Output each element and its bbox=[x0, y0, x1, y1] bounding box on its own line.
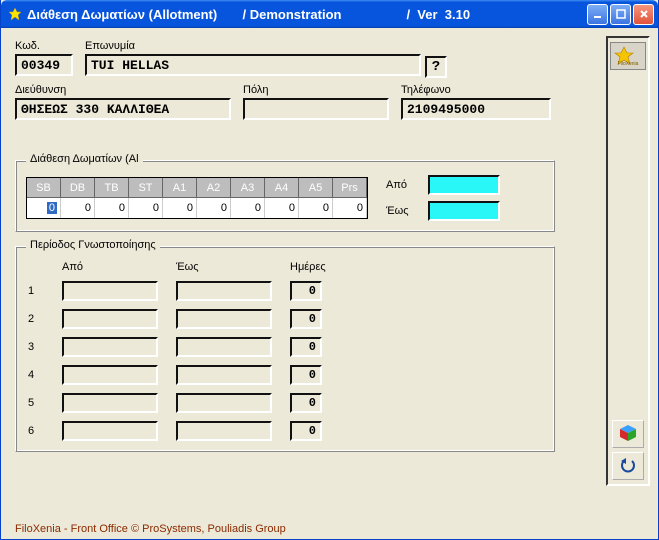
name-field[interactable]: TUI HELLAS bbox=[85, 54, 421, 76]
to-label: Έως bbox=[386, 205, 414, 217]
row-number: 2 bbox=[28, 313, 44, 325]
svg-text:FiloXenia: FiloXenia bbox=[618, 61, 639, 67]
undo-icon bbox=[618, 455, 638, 478]
row-number: 4 bbox=[28, 369, 44, 381]
side-toolbar: FiloXenia bbox=[606, 36, 650, 486]
name-label: Επωνυμία bbox=[85, 40, 445, 52]
maximize-button[interactable] bbox=[610, 4, 631, 25]
period-from-field[interactable] bbox=[62, 337, 158, 357]
grid-header: A4 bbox=[265, 178, 299, 198]
period-days-field[interactable]: 0 bbox=[290, 309, 322, 329]
period-legend: Περίοδος Γνωστοποίησης bbox=[26, 239, 160, 251]
grid-cell[interactable]: 0 bbox=[61, 198, 95, 218]
grid-cell[interactable]: 0 bbox=[333, 198, 367, 218]
code-field[interactable]: 00349 bbox=[15, 54, 73, 76]
period-to-field[interactable] bbox=[176, 365, 272, 385]
cube-button[interactable] bbox=[612, 420, 644, 448]
address-label: Διεύθυνση bbox=[15, 84, 231, 96]
grid-cell[interactable]: 0 bbox=[299, 198, 333, 218]
period-from-field[interactable] bbox=[62, 309, 158, 329]
period-to-field[interactable] bbox=[176, 393, 272, 413]
grid-cell[interactable]: 0 bbox=[95, 198, 129, 218]
logo-button[interactable]: FiloXenia bbox=[610, 42, 646, 70]
grid-header: A5 bbox=[299, 178, 333, 198]
grid-cell[interactable]: 0 bbox=[129, 198, 163, 218]
row-number: 1 bbox=[28, 285, 44, 297]
period-from-field[interactable] bbox=[62, 281, 158, 301]
allotment-grid[interactable]: SB DB TB ST A1 A2 A3 A4 A5 Prs 0 bbox=[26, 177, 368, 219]
undo-button[interactable] bbox=[612, 452, 644, 480]
titlebar: Διάθεση Δωματίων (Allotment) / Demonstra… bbox=[1, 0, 658, 28]
period-days-field[interactable]: 0 bbox=[290, 337, 322, 357]
grid-cell[interactable]: 0 bbox=[27, 198, 61, 218]
period-group: Περίοδος Γνωστοποίησης Από Έως Ημέρες 1 … bbox=[15, 246, 555, 452]
address-field[interactable]: ΘΗΣΕΩΣ 330 ΚΑΛΛΙΘΕΑ bbox=[15, 98, 231, 120]
allotment-legend: Διάθεση Δωματίων (Al bbox=[26, 153, 143, 165]
phone-field[interactable]: 2109495000 bbox=[401, 98, 551, 120]
period-to-header: Έως bbox=[176, 261, 272, 273]
grid-header: ST bbox=[129, 178, 163, 198]
period-from-field[interactable] bbox=[62, 421, 158, 441]
from-date-field[interactable] bbox=[428, 175, 500, 195]
city-label: Πόλη bbox=[243, 84, 389, 96]
period-from-header: Από bbox=[62, 261, 158, 273]
window-title: Διάθεση Δωματίων (Allotment) / Demonstra… bbox=[27, 7, 587, 22]
footer-text: FiloXenia - Front Office © ProSystems, P… bbox=[15, 523, 286, 535]
lookup-button[interactable]: ? bbox=[425, 56, 447, 78]
to-date-field[interactable] bbox=[428, 201, 500, 221]
row-number: 3 bbox=[28, 341, 44, 353]
grid-header: Prs bbox=[333, 178, 367, 198]
from-label: Από bbox=[386, 179, 414, 191]
city-field[interactable] bbox=[243, 98, 389, 120]
period-days-field[interactable]: 0 bbox=[290, 365, 322, 385]
period-to-field[interactable] bbox=[176, 421, 272, 441]
row-number: 6 bbox=[28, 425, 44, 437]
app-icon bbox=[7, 6, 23, 22]
grid-cell[interactable]: 0 bbox=[197, 198, 231, 218]
grid-header: A3 bbox=[231, 178, 265, 198]
cube-icon bbox=[618, 423, 638, 446]
allotment-group: Διάθεση Δωματίων (Al SB DB TB ST A1 A2 A… bbox=[15, 160, 555, 232]
app-window: Διάθεση Δωματίων (Allotment) / Demonstra… bbox=[0, 0, 659, 540]
period-from-field[interactable] bbox=[62, 393, 158, 413]
row-number: 5 bbox=[28, 397, 44, 409]
grid-header: TB bbox=[95, 178, 129, 198]
period-to-field[interactable] bbox=[176, 281, 272, 301]
minimize-button[interactable] bbox=[587, 4, 608, 25]
grid-cell[interactable]: 0 bbox=[163, 198, 197, 218]
grid-header: A2 bbox=[197, 178, 231, 198]
period-days-field[interactable]: 0 bbox=[290, 421, 322, 441]
grid-cell[interactable]: 0 bbox=[265, 198, 299, 218]
period-from-field[interactable] bbox=[62, 365, 158, 385]
code-label: Κωδ. bbox=[15, 40, 73, 52]
period-to-field[interactable] bbox=[176, 337, 272, 357]
period-to-field[interactable] bbox=[176, 309, 272, 329]
phone-label: Τηλέφωνο bbox=[401, 84, 551, 96]
close-button[interactable] bbox=[633, 4, 654, 25]
period-days-field[interactable]: 0 bbox=[290, 393, 322, 413]
grid-header: DB bbox=[61, 178, 95, 198]
grid-header: A1 bbox=[163, 178, 197, 198]
period-days-field[interactable]: 0 bbox=[290, 281, 322, 301]
grid-header: SB bbox=[27, 178, 61, 198]
grid-cell[interactable]: 0 bbox=[231, 198, 265, 218]
period-days-header: Ημέρες bbox=[290, 261, 328, 273]
